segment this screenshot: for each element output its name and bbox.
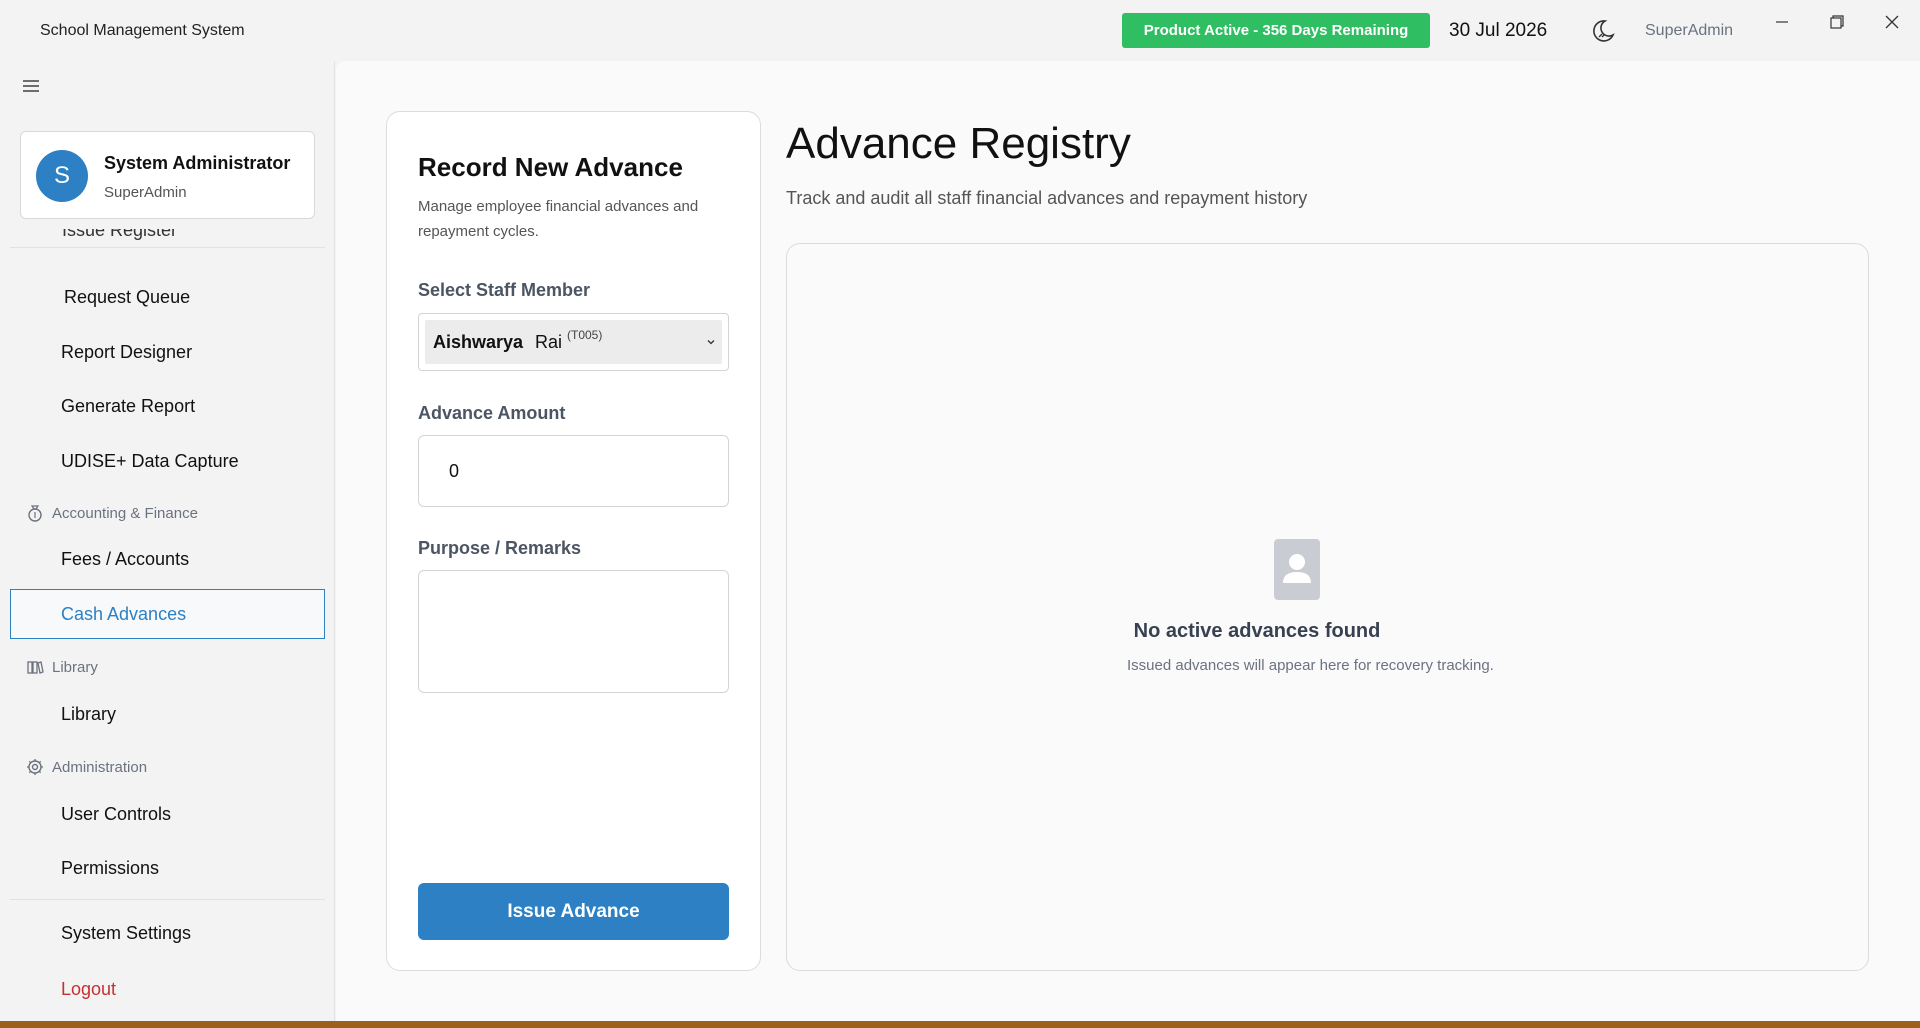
sidebar-item-label: Cash Advances bbox=[61, 604, 187, 624]
sidebar-item-report-designer[interactable]: Report Designer bbox=[61, 342, 192, 363]
form-title: Record New Advance bbox=[418, 152, 683, 182]
record-advance-form: Record New Advance Manage employee finan… bbox=[386, 111, 761, 971]
user-profile-card[interactable]: S System Administrator SuperAdmin bbox=[20, 131, 315, 219]
empty-state-title: No active advances found bbox=[1133, 620, 1381, 642]
sidebar-item-issue-register[interactable]: Issue Register bbox=[62, 229, 262, 243]
person-icon bbox=[1274, 539, 1320, 600]
staff-select-value[interactable]: Aishwarya Rai (T005) bbox=[425, 320, 722, 364]
close-icon bbox=[1885, 15, 1899, 29]
app-title: School Management System bbox=[40, 22, 245, 39]
sidebar-item-system-settings[interactable]: System Settings bbox=[61, 923, 191, 944]
sidebar-item-fees-accounts[interactable]: Fees / Accounts bbox=[61, 549, 189, 570]
sidebar-item-library[interactable]: Library bbox=[61, 704, 116, 725]
issue-advance-button[interactable]: Issue Advance bbox=[418, 883, 729, 940]
user-role: SuperAdmin bbox=[104, 184, 187, 201]
user-name: System Administrator bbox=[104, 153, 291, 173]
sidebar-item-cash-advances[interactable]: Cash Advances bbox=[10, 589, 325, 639]
page-subtitle: Track and audit all staff financial adva… bbox=[786, 188, 1308, 208]
remarks-textarea[interactable] bbox=[418, 570, 729, 693]
sidebar-item-generate-report[interactable]: Generate Report bbox=[61, 396, 195, 417]
maximize-button[interactable] bbox=[1817, 8, 1857, 36]
taskbar-strip bbox=[0, 1021, 1920, 1028]
staff-first-name: Aishwarya bbox=[433, 332, 524, 352]
sidebar-item-udise-data-capture[interactable]: UDISE+ Data Capture bbox=[61, 451, 239, 472]
divider bbox=[10, 247, 325, 248]
section-library: Library bbox=[26, 658, 98, 676]
minimize-button[interactable] bbox=[1762, 8, 1802, 36]
page-title: Advance Registry bbox=[786, 119, 1131, 168]
amount-label: Advance Amount bbox=[418, 403, 566, 423]
staff-select[interactable]: Aishwarya Rai (T005) bbox=[418, 313, 729, 371]
license-status-badge: Product Active - 356 Days Remaining bbox=[1122, 13, 1430, 48]
divider bbox=[10, 899, 325, 900]
staff-label: Select Staff Member bbox=[418, 280, 591, 300]
form-description: Manage employee financial advances and r… bbox=[418, 198, 699, 240]
maximize-icon bbox=[1830, 15, 1844, 29]
section-accounting-finance: Accounting & Finance bbox=[26, 504, 198, 522]
hamburger-icon[interactable] bbox=[22, 77, 40, 95]
books-icon bbox=[27, 661, 44, 674]
sidebar-item-request-queue[interactable]: Request Queue bbox=[64, 287, 190, 308]
staff-code: (T005) bbox=[567, 328, 603, 342]
sidebar-item-user-controls[interactable]: User Controls bbox=[61, 804, 171, 825]
current-user-label[interactable]: SuperAdmin bbox=[1645, 22, 1733, 40]
chevron-down-icon bbox=[707, 340, 715, 345]
gear-icon bbox=[27, 759, 43, 775]
current-date: 30 Jul 2026 bbox=[1449, 20, 1548, 41]
advance-registry-panel: No active advances found Issued advances… bbox=[786, 243, 1869, 971]
avatar: S bbox=[36, 150, 88, 202]
sidebar-item-logout[interactable]: Logout bbox=[61, 979, 116, 1000]
section-administration: Administration bbox=[26, 758, 147, 776]
staff-last-name: Rai bbox=[535, 332, 563, 352]
moon-icon[interactable] bbox=[1590, 18, 1616, 44]
title-bar: School Management System Product Active … bbox=[0, 0, 1920, 61]
remarks-label: Purpose / Remarks bbox=[418, 538, 582, 558]
sidebar-item-permissions[interactable]: Permissions bbox=[61, 858, 159, 879]
main-content: Record New Advance Manage employee finan… bbox=[336, 61, 1920, 1021]
close-window-button[interactable] bbox=[1872, 8, 1912, 36]
minimize-icon bbox=[1776, 21, 1788, 23]
empty-state-description: Issued advances will appear here for rec… bbox=[1127, 657, 1494, 674]
amount-input[interactable] bbox=[418, 435, 729, 507]
money-bag-icon bbox=[28, 505, 42, 522]
sidebar: S System Administrator SuperAdmin Issue … bbox=[0, 61, 335, 1021]
